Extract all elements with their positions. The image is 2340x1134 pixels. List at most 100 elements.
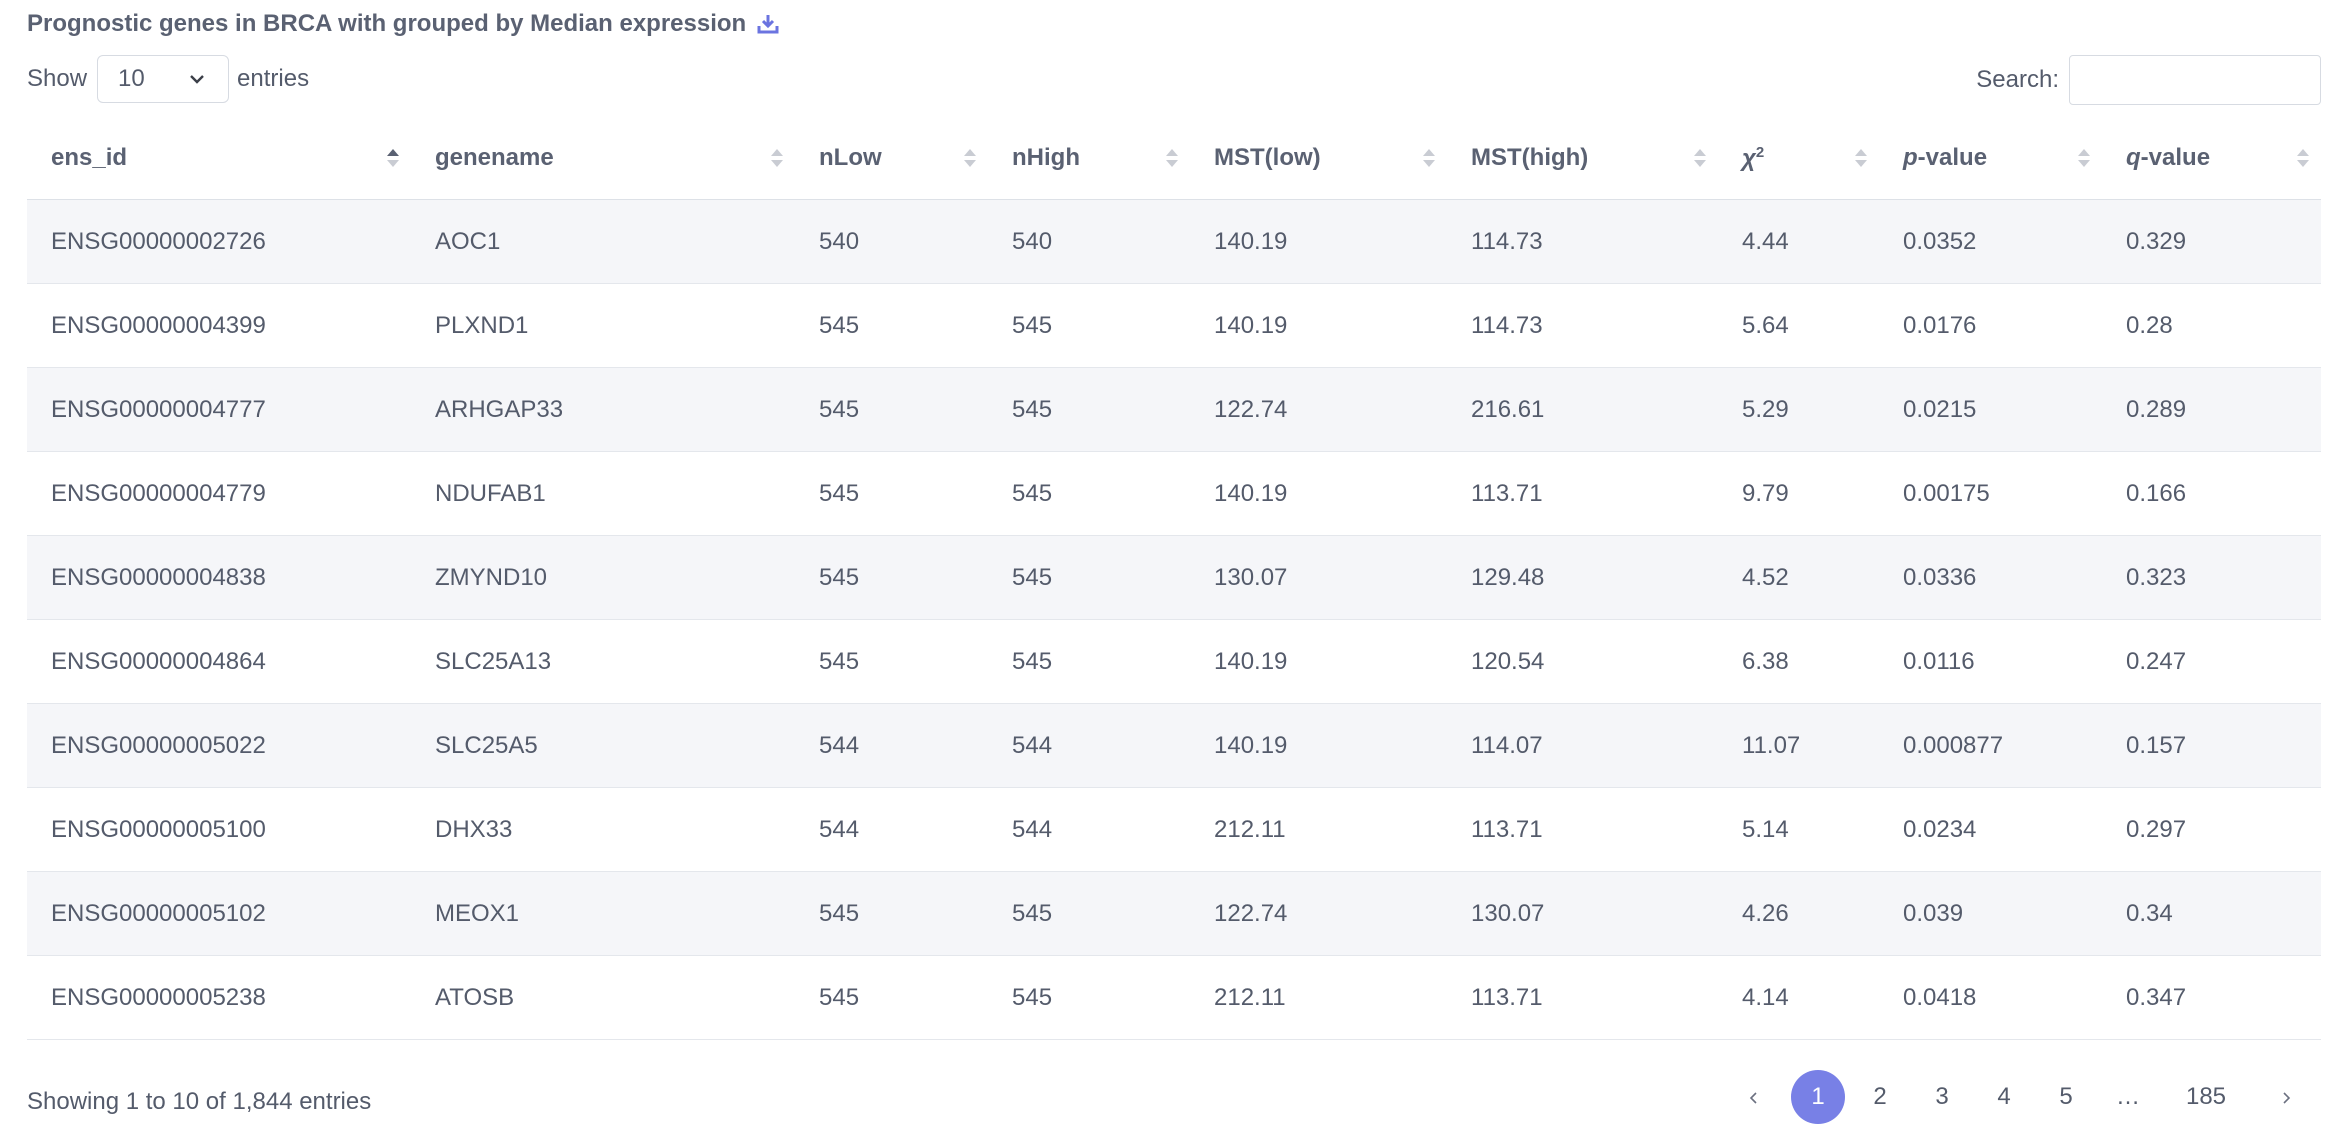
cell-nhigh: 544	[988, 787, 1190, 872]
sort-icon	[1694, 149, 1706, 167]
cell-mstlow: 212.11	[1190, 787, 1447, 872]
column-header-nlow[interactable]: nLow	[795, 117, 988, 200]
column-header-chi2[interactable]: χ2	[1718, 117, 1879, 200]
pagination-page[interactable]: 4	[1991, 1069, 2017, 1125]
cell-qvalue: 0.347	[2102, 955, 2321, 1040]
pagination-page[interactable]: 2	[1867, 1069, 1893, 1125]
table-row: ENSG00000004779 NDUFAB1 545 545 140.19 113.71…	[27, 451, 2321, 536]
search-input[interactable]	[2069, 55, 2321, 105]
pagination-ellipsis: …	[2116, 1083, 2140, 1110]
cell-mstlow: 140.19	[1190, 199, 1447, 284]
table-row: ENSG00000005238 ATOSB 545 545 212.11 113.71 4.…	[27, 955, 2321, 1040]
cell-chi2: 5.29	[1718, 367, 1879, 452]
cell-mstlow: 140.19	[1190, 451, 1447, 536]
cell-genename: ARHGAP33	[411, 367, 795, 452]
entries-length-value: 10	[118, 65, 145, 92]
column-header-q-value[interactable]: q-value	[2102, 117, 2321, 200]
cell-chi2: 4.26	[1718, 871, 1879, 956]
column-header-p-value[interactable]: p-value	[1879, 117, 2102, 200]
pagination-page[interactable]: 5	[2053, 1069, 2079, 1125]
column-header-sup: 2	[1755, 143, 1765, 161]
cell-chi2: 11.07	[1718, 703, 1879, 788]
table-row: ENSG00000005102 MEOX1 545 545 122.74 130.07 4.…	[27, 871, 2321, 956]
pagination-next[interactable]	[2276, 1069, 2296, 1125]
cell-mstlow: 140.19	[1190, 283, 1447, 368]
cell-nhigh: 545	[988, 619, 1190, 704]
cell-ens-id: ENSG00000002726	[27, 199, 411, 284]
column-header-mst-low[interactable]: MST(low)	[1190, 117, 1447, 200]
cell-genename: NDUFAB1	[411, 451, 795, 536]
table-row: ENSG00000004399 PLXND1 545 545 140.19 114.73 5…	[27, 283, 2321, 368]
column-header-genename[interactable]: genename	[411, 117, 795, 200]
column-header-label: nLow	[819, 144, 882, 171]
cell-qvalue: 0.34	[2102, 871, 2321, 956]
cell-ens-id: ENSG00000004779	[27, 451, 411, 536]
cell-ens-id: ENSG00000004864	[27, 619, 411, 704]
search-label: Search:	[1976, 66, 2059, 93]
panel-title-text: Prognostic genes in BRCA with grouped by…	[27, 10, 747, 37]
cell-qvalue: 0.289	[2102, 367, 2321, 452]
cell-msthigh: 216.61	[1447, 367, 1718, 452]
sort-icon	[1166, 149, 1178, 167]
cell-ens-id: ENSG00000004777	[27, 367, 411, 452]
pagination-page[interactable]: 1	[1791, 1070, 1845, 1124]
pagination: 1 2 3 4 5 … 185	[0, 1069, 2340, 1125]
cell-ens-id: ENSG00000005022	[27, 703, 411, 788]
cell-msthigh: 114.73	[1447, 199, 1718, 284]
cell-genename: ZMYND10	[411, 535, 795, 620]
cell-pvalue: 0.000877	[1879, 703, 2102, 788]
cell-nlow: 545	[795, 535, 988, 620]
pagination-page[interactable]: 3	[1929, 1069, 1955, 1125]
column-header-label: nHigh	[1012, 144, 1080, 171]
download-icon[interactable]	[756, 12, 780, 36]
cell-mstlow: 212.11	[1190, 955, 1447, 1040]
column-header-mst-high[interactable]: MST(high)	[1447, 117, 1718, 200]
cell-qvalue: 0.28	[2102, 283, 2321, 368]
table-row: ENSG00000005022 SLC25A5 544 544 140.19 114.07…	[27, 703, 2321, 788]
cell-chi2: 4.14	[1718, 955, 1879, 1040]
chevron-down-icon	[190, 75, 204, 84]
cell-pvalue: 0.0215	[1879, 367, 2102, 452]
column-header-label: q	[2126, 144, 2141, 171]
cell-nlow: 545	[795, 367, 988, 452]
cell-qvalue: 0.166	[2102, 451, 2321, 536]
pagination-previous[interactable]	[1744, 1069, 1764, 1125]
column-header-suffix: -value	[2140, 144, 2211, 171]
cell-ens-id: ENSG00000005102	[27, 871, 411, 956]
cell-mstlow: 140.19	[1190, 619, 1447, 704]
table-row: ENSG00000004838 ZMYND10 545 545 130.07 129.48…	[27, 535, 2321, 620]
chevron-right-icon	[2283, 1092, 2291, 1104]
cell-chi2: 4.44	[1718, 199, 1879, 284]
cell-msthigh: 114.07	[1447, 703, 1718, 788]
cell-genename: SLC25A13	[411, 619, 795, 704]
cell-pvalue: 0.0336	[1879, 535, 2102, 620]
cell-chi2: 4.52	[1718, 535, 1879, 620]
cell-nlow: 545	[795, 619, 988, 704]
cell-chi2: 5.14	[1718, 787, 1879, 872]
table-body: ENSG00000002726 AOC1 540 540 140.19 114.73 4.4…	[27, 199, 2321, 1040]
cell-mstlow: 122.74	[1190, 871, 1447, 956]
cell-nlow: 545	[795, 955, 988, 1040]
table-row: ENSG00000004777 ARHGAP33 545 545 122.74 216.6…	[27, 367, 2321, 452]
cell-chi2: 6.38	[1718, 619, 1879, 704]
sort-icon	[2078, 149, 2090, 167]
cell-nhigh: 545	[988, 367, 1190, 452]
cell-qvalue: 0.329	[2102, 199, 2321, 284]
search-control: Search:	[1976, 55, 2321, 105]
cell-nhigh: 544	[988, 703, 1190, 788]
column-header-ens-id[interactable]: ens_id	[27, 117, 411, 200]
pagination-page[interactable]: 185	[2178, 1069, 2234, 1125]
cell-pvalue: 0.0116	[1879, 619, 2102, 704]
column-header-nhigh[interactable]: nHigh	[988, 117, 1190, 200]
cell-mstlow: 130.07	[1190, 535, 1447, 620]
cell-nlow: 545	[795, 451, 988, 536]
panel-title: Prognostic genes in BRCA with grouped by…	[27, 10, 780, 38]
cell-genename: ATOSB	[411, 955, 795, 1040]
cell-pvalue: 0.039	[1879, 871, 2102, 956]
cell-nhigh: 545	[988, 451, 1190, 536]
cell-pvalue: 0.0418	[1879, 955, 2102, 1040]
entries-length-select[interactable]: 10	[97, 55, 230, 103]
cell-pvalue: 0.00175	[1879, 451, 2102, 536]
cell-pvalue: 0.0352	[1879, 199, 2102, 284]
cell-msthigh: 114.73	[1447, 283, 1718, 368]
